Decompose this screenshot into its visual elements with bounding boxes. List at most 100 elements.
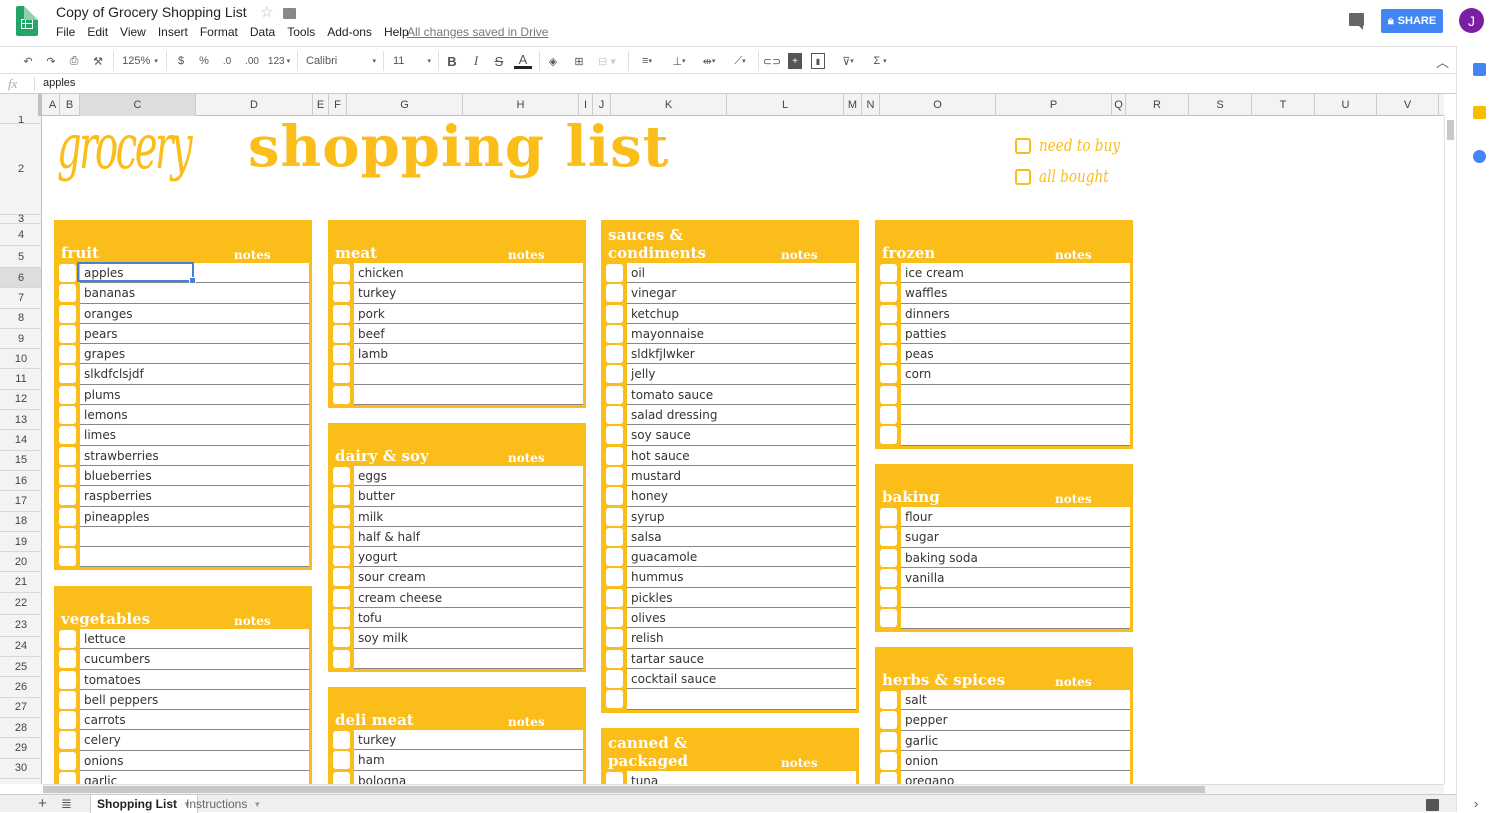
item-checkbox[interactable] [333,304,350,323]
item-checkbox[interactable] [880,284,897,303]
item-checkbox[interactable] [333,649,350,668]
item-cell[interactable]: garlic [901,730,1130,751]
sheets-logo-icon[interactable] [16,6,38,36]
item-cell[interactable]: cocktail sauce [627,668,856,690]
item-cell[interactable]: honey [627,486,856,507]
item-cell[interactable]: relish [627,628,856,649]
row-header[interactable]: 12 [0,390,41,411]
column-header[interactable]: G [347,94,463,116]
item-checkbox[interactable] [606,548,623,567]
item-checkbox[interactable] [880,548,897,567]
item-cell[interactable] [354,648,583,669]
item-cell[interactable]: hummus [627,567,856,588]
item-cell[interactable]: garlic [80,771,309,784]
item-cell[interactable]: jelly [627,364,856,385]
row-header[interactable]: 21 [0,573,41,593]
item-checkbox[interactable] [606,629,623,648]
item-checkbox[interactable] [880,426,897,445]
item-cell[interactable]: carrots [80,710,309,731]
item-checkbox[interactable] [606,466,623,485]
format-percent-button[interactable]: % [197,53,211,69]
item-cell[interactable]: plums [80,384,309,406]
column-header[interactable]: S [1189,94,1252,116]
item-checkbox[interactable] [880,264,897,282]
item-checkbox[interactable] [606,609,623,628]
item-cell[interactable]: tomato sauce [627,384,856,406]
column-header[interactable]: M [844,94,862,116]
item-cell[interactable]: pork [354,303,583,324]
item-cell[interactable]: sldkfjlwker [627,344,856,365]
item-cell[interactable]: eggs [354,466,583,487]
row-header[interactable]: 30 [0,759,41,779]
item-checkbox[interactable] [606,345,623,364]
item-cell[interactable]: tartar sauce [627,648,856,669]
filter-icon[interactable]: ⊽ ▾ [835,53,861,69]
item-cell[interactable] [901,425,1130,446]
item-cell[interactable]: blueberries [80,465,309,487]
font-select[interactable]: Calibri ▾ [306,53,376,69]
item-checkbox[interactable] [880,609,897,628]
item-cell[interactable]: olives [627,608,856,629]
item-cell[interactable]: tuna [627,771,856,784]
row-header[interactable]: 17 [0,491,41,512]
increase-decimal-button[interactable]: .00 [243,53,261,69]
item-cell[interactable]: mustard [627,465,856,487]
column-header[interactable]: O [880,94,996,116]
item-cell[interactable]: celery [80,730,309,751]
item-cell[interactable]: raspberries [80,486,309,507]
item-checkbox[interactable] [606,669,623,688]
paint-format-icon[interactable]: ⚒ [90,53,106,69]
calendar-icon[interactable] [1473,63,1486,76]
collapse-menu-icon[interactable]: ︿ [1436,52,1449,71]
explore-icon[interactable] [1426,799,1439,811]
column-header[interactable]: A [46,94,60,116]
item-checkbox[interactable] [606,324,623,343]
item-checkbox[interactable] [333,385,350,404]
item-checkbox[interactable] [880,731,897,750]
item-cell[interactable]: turkey [354,283,583,304]
item-cell[interactable]: flour [901,507,1130,528]
column-header[interactable]: L [727,94,844,116]
item-cell[interactable]: bananas [80,283,309,304]
item-cell[interactable]: patties [901,323,1130,345]
row-header[interactable]: 22 [0,593,41,615]
insert-chart-icon[interactable]: ▮ [811,53,825,69]
item-cell[interactable]: corn [901,364,1130,385]
item-checkbox[interactable] [880,528,897,547]
item-cell[interactable]: ham [354,750,583,771]
item-checkbox[interactable] [880,589,897,608]
borders-icon[interactable]: ⊞ [571,53,587,69]
functions-button[interactable]: Σ ▾ [868,53,892,69]
item-checkbox[interactable] [880,385,897,404]
comments-icon[interactable] [1349,13,1364,30]
item-checkbox[interactable] [606,772,623,784]
item-checkbox[interactable] [880,751,897,770]
item-cell[interactable]: pears [80,323,309,345]
menu-edit[interactable]: Edit [87,25,108,39]
item-checkbox[interactable] [333,568,350,587]
item-cell[interactable]: onion [901,750,1130,772]
formula-input[interactable]: apples [43,77,75,89]
item-checkbox[interactable] [59,527,76,546]
row-header[interactable]: 8 [0,309,41,329]
item-cell[interactable]: onions [80,750,309,772]
item-cell[interactable] [901,384,1130,406]
column-header[interactable]: P [996,94,1112,116]
item-cell[interactable]: oregano [901,771,1130,784]
row-header[interactable]: 14 [0,430,41,451]
item-checkbox[interactable] [59,446,76,465]
add-sheet-button[interactable]: + [38,795,47,812]
row-header[interactable]: 26 [0,677,41,698]
vertical-scrollbar[interactable] [1444,116,1456,784]
item-cell[interactable]: baking soda [901,547,1130,568]
row-header[interactable]: 4 [0,224,41,246]
bold-button[interactable]: B [445,53,459,69]
vertical-scroll-thumb[interactable] [1447,120,1454,140]
item-cell[interactable] [354,384,583,406]
column-header[interactable]: V [1377,94,1439,116]
item-checkbox[interactable] [333,548,350,567]
format-currency-button[interactable]: $ [175,53,187,69]
item-checkbox[interactable] [880,568,897,587]
item-checkbox[interactable] [333,467,350,485]
item-cell[interactable]: oranges [80,303,309,324]
